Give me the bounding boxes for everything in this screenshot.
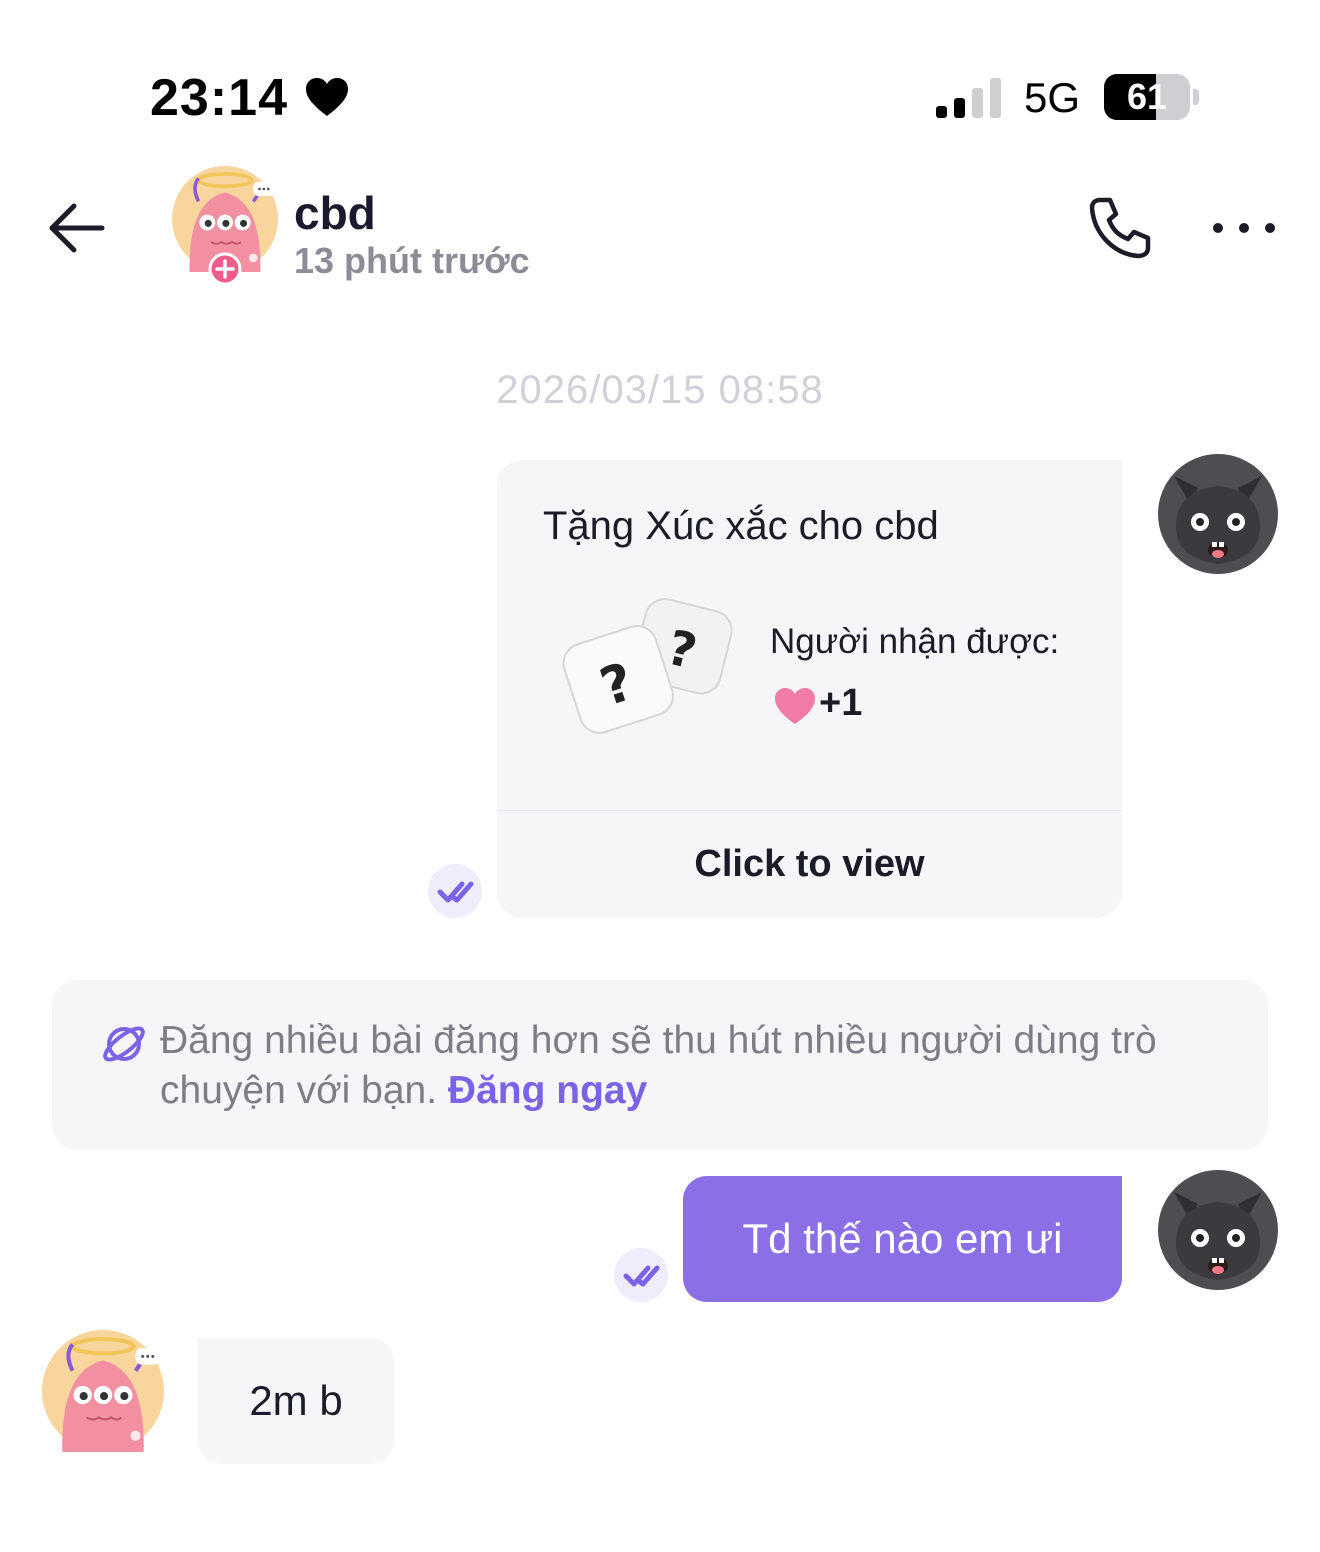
tip-message: Đăng nhiều bài đăng hơn sẽ thu hút nhiều… — [160, 1019, 1157, 1112]
click-to-view-button[interactable]: Click to view — [497, 811, 1122, 918]
battery-level: 61 — [1126, 76, 1168, 117]
planet-icon — [103, 1026, 145, 1062]
last-active-status: 13 phút trước — [294, 240, 530, 281]
tip-text: Đăng nhiều bài đăng hơn sẽ thu hút nhiều… — [160, 1016, 1220, 1116]
status-time: 23:14 — [150, 69, 288, 127]
pink-heart-icon — [775, 688, 815, 724]
my-avatar[interactable] — [1158, 1170, 1278, 1290]
signal-icon — [936, 78, 1001, 118]
dice-gift-icon: ? ? — [562, 598, 733, 734]
read-receipt-icon — [428, 864, 482, 918]
back-arrow-icon[interactable] — [46, 200, 106, 256]
phone-icon[interactable] — [1086, 194, 1152, 260]
read-receipt-icon — [614, 1248, 668, 1302]
incoming-message[interactable]: 2m b — [198, 1338, 394, 1464]
contact-name[interactable]: cbd — [294, 186, 376, 240]
heart-icon — [306, 78, 348, 116]
battery-icon: 61 — [1104, 74, 1200, 120]
post-now-link[interactable]: Đăng ngay — [448, 1069, 647, 1112]
add-friend-icon[interactable] — [208, 252, 242, 286]
message-timestamp: 2026/03/15 08:58 — [496, 368, 824, 412]
gift-message-card[interactable]: Tặng Xúc xắc cho cbd ? ? Người nhận được… — [497, 460, 1122, 918]
reward-amount: +1 — [819, 682, 863, 724]
outgoing-message[interactable]: Td thế nào em ưi — [683, 1176, 1122, 1302]
posting-tip-banner: Đăng nhiều bài đăng hơn sẽ thu hút nhiều… — [52, 980, 1268, 1150]
gift-title: Tặng Xúc xắc cho cbd — [543, 504, 939, 548]
more-options-icon[interactable] — [1210, 214, 1278, 242]
recipient-label: Người nhận được: — [770, 622, 1060, 661]
my-avatar[interactable] — [1158, 454, 1278, 574]
contact-avatar[interactable] — [172, 166, 278, 286]
contact-avatar[interactable] — [42, 1330, 164, 1452]
network-type: 5G — [1024, 74, 1081, 121]
